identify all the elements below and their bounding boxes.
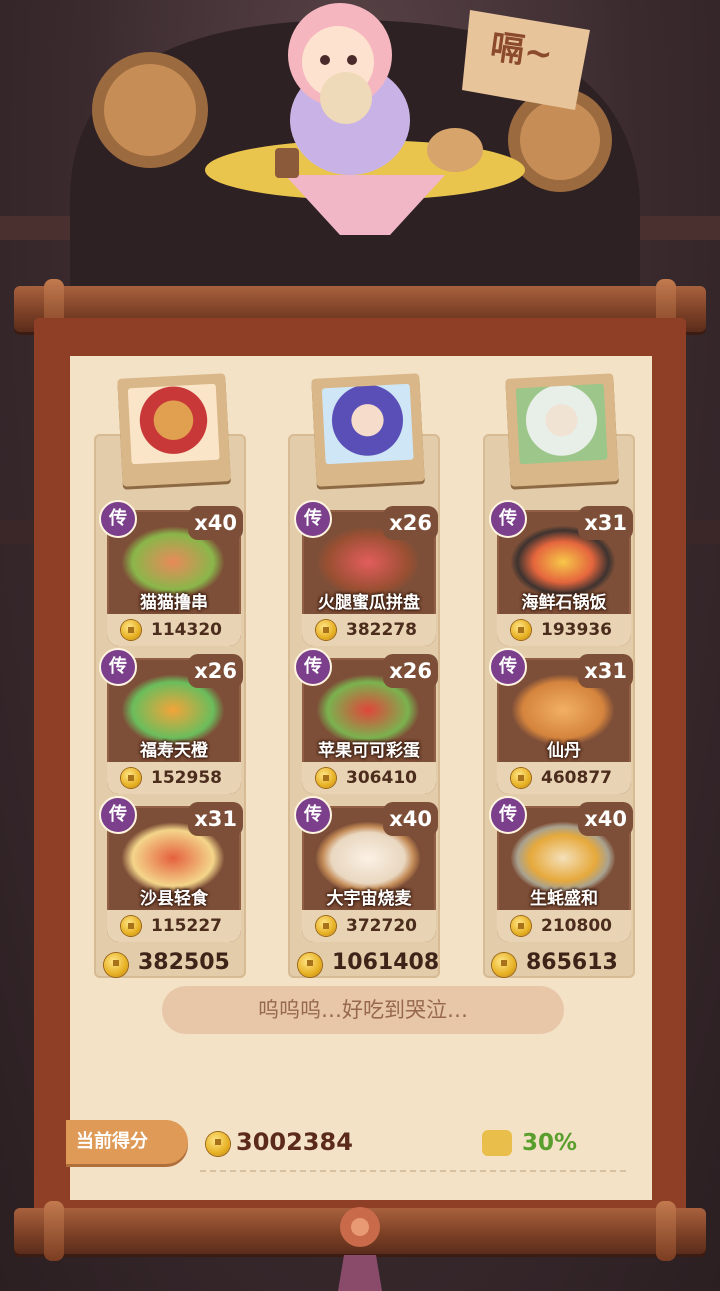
dish-price: 115227 xyxy=(151,916,222,936)
current-score-value: 3002384 xyxy=(236,1128,353,1156)
coin-icon xyxy=(316,620,336,640)
dish-quantity: x26 xyxy=(383,654,438,688)
dish-card[interactable]: 传 x40 大宇宙烧麦 372720 xyxy=(294,796,438,942)
dish-price: 193936 xyxy=(541,620,612,640)
dish-price: 114320 xyxy=(151,620,222,640)
current-score-label: 当前得分 xyxy=(66,1120,188,1164)
coin-icon xyxy=(511,768,531,788)
customer-portrait-bear[interactable] xyxy=(117,373,231,487)
dish-name: 猫猫撸串 xyxy=(140,593,208,613)
dish-price: 372720 xyxy=(346,916,417,936)
coin-icon xyxy=(511,916,531,936)
dish-card[interactable]: 传 x26 苹果可可彩蛋 306410 xyxy=(294,648,438,794)
dish-price: 152958 xyxy=(151,768,222,788)
dish-quantity: x40 xyxy=(578,802,633,836)
coin-icon xyxy=(104,953,128,977)
column-total-value: 865613 xyxy=(526,950,618,975)
bonus-percent-value: 30% xyxy=(522,1130,578,1156)
coin-icon xyxy=(492,953,516,977)
coin-icon xyxy=(316,768,336,788)
dish-quantity: x31 xyxy=(578,654,633,688)
dish-quantity: x31 xyxy=(578,506,633,540)
coin-icon xyxy=(298,953,322,977)
legendary-badge: 传 xyxy=(489,500,527,538)
dish-card[interactable]: 传 x26 火腿蜜瓜拼盘 382278 xyxy=(294,500,438,646)
bonus-percent: 30% xyxy=(482,1130,578,1156)
score-divider xyxy=(200,1170,626,1172)
dish-name: 海鲜石锅饭 xyxy=(521,593,607,613)
legendary-badge: 传 xyxy=(99,796,137,834)
coin-icon xyxy=(511,620,531,640)
coin-icon xyxy=(316,916,336,936)
dish-price: 306410 xyxy=(346,768,417,788)
dish-card[interactable]: 传 x31 仙丹 460877 xyxy=(489,648,633,794)
chopstick-cup xyxy=(275,148,299,178)
customer-scene: 嗝~ xyxy=(70,3,640,300)
dish-price: 210800 xyxy=(541,916,612,936)
legendary-badge: 传 xyxy=(294,500,332,538)
dish-card[interactable]: 传 x26 福寿天橙 152958 xyxy=(99,648,243,794)
customer-comment: 呜呜呜…好吃到哭泣… xyxy=(162,986,564,1034)
knot-ornament xyxy=(338,1207,382,1291)
coin-icon xyxy=(206,1132,230,1156)
dish-name: 大宇宙烧麦 xyxy=(326,889,412,909)
dish-price: 460877 xyxy=(541,768,612,788)
column-total-value: 1061408 xyxy=(332,950,440,975)
dish-card[interactable]: 传 x31 海鲜石锅饭 193936 xyxy=(489,500,633,646)
customer-fan xyxy=(320,72,372,124)
coin-icon xyxy=(121,768,141,788)
customer-portrait-white[interactable] xyxy=(505,373,619,487)
dish-name: 火腿蜜瓜拼盘 xyxy=(318,593,420,613)
legendary-badge: 传 xyxy=(294,796,332,834)
dish-card[interactable]: 传 x40 生蚝盛和 210800 xyxy=(489,796,633,942)
coin-icon xyxy=(121,916,141,936)
bonus-pot-icon xyxy=(482,1130,512,1156)
dish-price: 382278 xyxy=(346,620,417,640)
dish-name: 福寿天橙 xyxy=(140,741,208,761)
legendary-badge: 传 xyxy=(99,500,137,538)
plate-stack xyxy=(427,128,483,172)
dish-name: 沙县轻食 xyxy=(140,889,208,909)
legendary-badge: 传 xyxy=(489,796,527,834)
dish-quantity: x31 xyxy=(188,802,243,836)
legendary-badge: 传 xyxy=(294,648,332,686)
dish-name: 苹果可可彩蛋 xyxy=(318,741,420,761)
dish-name: 生蚝盛和 xyxy=(530,889,598,909)
coin-icon xyxy=(121,620,141,640)
dish-card[interactable]: 传 x31 沙县轻食 115227 xyxy=(99,796,243,942)
legendary-badge: 传 xyxy=(99,648,137,686)
dish-quantity: x26 xyxy=(383,506,438,540)
column-total-value: 382505 xyxy=(138,950,230,975)
customer-portrait-purple[interactable] xyxy=(311,373,425,487)
dish-card[interactable]: 传 x40 猫猫撸串 114320 xyxy=(99,500,243,646)
legendary-badge: 传 xyxy=(489,648,527,686)
dish-quantity: x26 xyxy=(188,654,243,688)
dish-name: 仙丹 xyxy=(547,741,581,761)
dish-quantity: x40 xyxy=(188,506,243,540)
dish-quantity: x40 xyxy=(383,802,438,836)
